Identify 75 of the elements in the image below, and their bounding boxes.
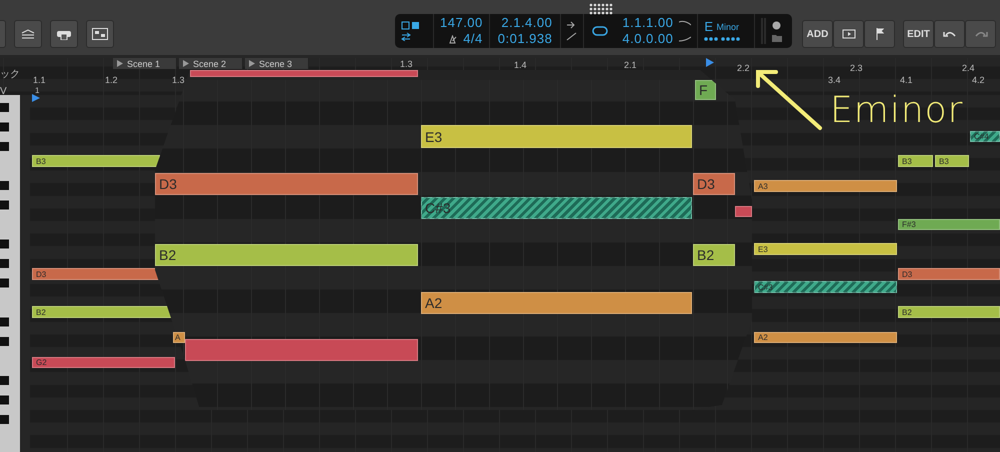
ruler-label: 2.1 [624,61,637,70]
loop-icon[interactable] [592,26,608,36]
redo-icon [974,29,988,39]
time-signature[interactable]: 4/4 [463,32,483,46]
scene-tab[interactable]: Scene 2 [179,58,243,69]
ruler-label: 2.4 [962,64,975,73]
note-block[interactable]: B2 [32,306,173,318]
panel-layout-icon [92,28,108,40]
curve-icon [679,20,692,26]
note-block[interactable]: A [173,332,185,343]
record-dot-icon[interactable] [772,20,782,30]
scene-tab[interactable]: Scene 1 [113,58,177,69]
ruler-label: 2.3 [850,64,863,73]
note-block[interactable]: A2 [754,332,897,343]
handwritten-note: Eminor [830,92,964,129]
note-block[interactable]: B2 [898,306,1000,318]
undo-icon [942,29,956,39]
grip-icon[interactable] [588,3,614,15]
ruler-label: 3.4 [828,76,841,85]
printer-icon [56,28,72,40]
piano-keys-drawing[interactable] [0,95,30,452]
scale-value[interactable]: Minor [716,22,740,32]
edit-button[interactable]: EDIT [903,20,934,48]
undo-button[interactable] [934,20,965,48]
flag-button[interactable] [864,20,895,48]
note-block[interactable]: B3 [32,155,160,167]
tempo-value[interactable]: 147.00 [440,16,483,30]
scene-tab[interactable]: Scene 3 [245,58,309,69]
play-icon [183,60,189,67]
play-icon [249,60,255,67]
layers-icon [21,29,35,39]
ruler-label: 4.1 [900,76,913,85]
ruler-label: 1 [35,87,40,95]
redo-button[interactable] [965,20,996,48]
note-block[interactable]: F [695,80,716,100]
note-block[interactable]: B3 [935,155,969,167]
play-marker-icon[interactable] [32,94,40,102]
note-block[interactable]: B3 [898,155,933,167]
play-window-icon [842,29,856,39]
layers-button[interactable] [14,20,42,48]
curve-icon [679,36,692,42]
note-block[interactable]: B2 [693,244,735,266]
note-block[interactable]: E3 [754,243,897,255]
note-block[interactable]: E3 [421,125,692,148]
track-label: V [0,87,7,97]
clip-launcher-button[interactable] [833,20,864,48]
ruler-label: 1.3 [400,60,413,69]
panel-layout-button[interactable] [86,20,114,48]
automation-icon[interactable] [566,32,578,41]
ruler-label: 1.3 [172,76,185,85]
note-block[interactable]: D3 [155,173,418,195]
ruler-label: 1.2 [105,76,118,85]
note-block[interactable]: A3 [754,180,897,192]
track-label: ック [0,70,20,80]
note-block[interactable]: F#3 [898,219,1000,230]
note-block[interactable]: B2 [155,244,418,266]
ruler-label: 2.2 [737,64,750,73]
flag-icon [876,28,884,40]
position-time[interactable]: 0:01.938 [498,32,552,46]
key-value[interactable]: E [704,20,714,34]
ruler-label: 4.2 [972,76,985,85]
note-block[interactable]: D3 [898,268,1000,280]
note-block[interactable]: A2 [421,292,692,314]
note-block[interactable]: D3 [693,173,735,195]
ruler-label: 1.4 [514,61,527,70]
loop-start[interactable]: 1.1.1.00 [622,16,674,30]
position-bars[interactable]: 2.1.4.00 [501,16,552,30]
metronome-icon[interactable] [448,34,458,44]
add-button[interactable]: ADD [802,20,833,48]
loop-length[interactable]: 4.0.0.00 [622,32,674,46]
play-marker-icon[interactable] [706,58,714,67]
play-icon [117,60,123,67]
level-meter-icon [761,18,768,44]
ruler-label: 1.1 [33,76,46,85]
printer-button[interactable] [50,20,78,48]
